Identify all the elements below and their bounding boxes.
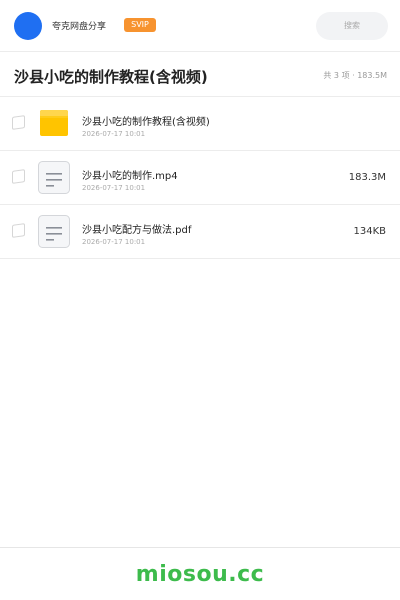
checkbox[interactable] xyxy=(12,169,25,184)
user-name: 夸克网盘分享 xyxy=(52,22,107,32)
header: 夸克网盘分享 SVIP 搜索 xyxy=(0,0,400,52)
file-date: 2026-07-17 10:01 xyxy=(82,130,146,138)
file-date: 2026-07-17 10:01 xyxy=(82,238,146,246)
list-item[interactable]: 沙县小吃的制作.mp4 2026-07-17 10:01 183.3M xyxy=(0,151,400,205)
page-title: 沙县小吃的制作教程(含视频) xyxy=(14,68,208,86)
svip-badge: SVIP xyxy=(124,18,156,32)
file-name: 沙县小吃的制作教程(含视频) xyxy=(82,117,210,128)
title-row: 沙县小吃的制作教程(含视频) 共 3 项 · 183.5M xyxy=(0,52,400,97)
footer: miosou.cc xyxy=(0,547,400,600)
file-name: 沙县小吃配方与做法.pdf xyxy=(82,225,192,236)
share-page: 夸克网盘分享 SVIP 搜索 沙县小吃的制作教程(含视频) 共 3 项 · 18… xyxy=(0,0,400,600)
folder-summary: 共 3 项 · 183.5M xyxy=(323,71,387,80)
file-date: 2026-07-17 10:01 xyxy=(82,184,146,192)
checkbox[interactable] xyxy=(12,115,25,130)
file-size: 183.3M xyxy=(348,172,386,183)
file-size: 134KB xyxy=(353,226,386,237)
avatar[interactable] xyxy=(14,12,42,40)
folder-icon xyxy=(38,107,70,141)
document-icon xyxy=(38,215,70,249)
document-icon xyxy=(38,161,70,195)
list-item[interactable]: 沙县小吃配方与做法.pdf 2026-07-17 10:01 134KB xyxy=(0,205,400,259)
checkbox[interactable] xyxy=(12,223,25,238)
file-list: 沙县小吃的制作教程(含视频) 2026-07-17 10:01 沙县小吃的制作.… xyxy=(0,97,400,259)
search-input[interactable]: 搜索 xyxy=(316,12,388,40)
file-name: 沙县小吃的制作.mp4 xyxy=(82,171,178,182)
list-item[interactable]: 沙县小吃的制作教程(含视频) 2026-07-17 10:01 xyxy=(0,97,400,151)
brand-logo-text[interactable]: miosou.cc xyxy=(0,562,400,587)
